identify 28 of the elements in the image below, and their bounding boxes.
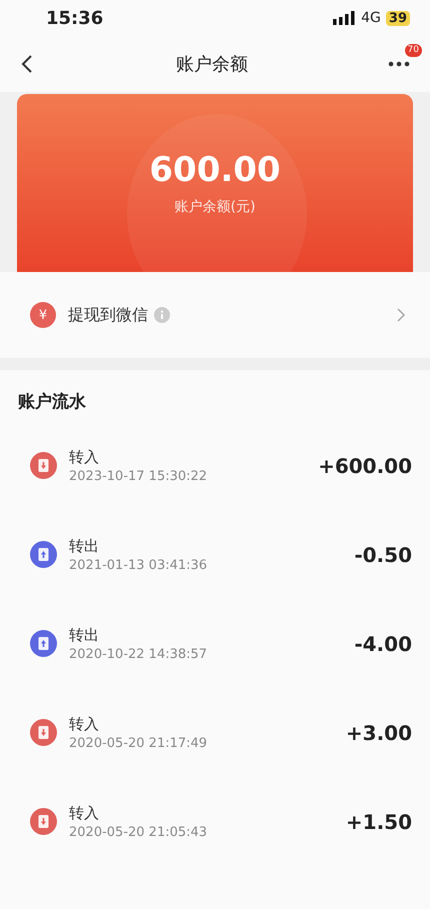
transaction-type: 转入 [69, 804, 100, 822]
transaction-type: 转出 [69, 536, 100, 556]
transaction-amount: +3.00 [346, 720, 412, 744]
transaction-amount: -0.50 [354, 542, 412, 566]
balance-label: 账户余额(元) [174, 198, 256, 216]
transaction-time: 2020-05-20 21:05:43 [69, 824, 208, 840]
withdraw-label: 提现到微信 [68, 304, 148, 326]
section-title: 账户流水 [17, 391, 87, 414]
chevron-right-icon [396, 307, 406, 323]
more-icon[interactable] [388, 61, 410, 67]
yen-icon: ¥ [30, 302, 56, 328]
balance-amount: 600.00 [149, 150, 281, 190]
signal-icon [333, 11, 356, 25]
transaction-amount: +1.50 [346, 810, 412, 834]
battery-level: 39 [386, 10, 410, 26]
status-time: 15:36 [46, 8, 104, 28]
network-label: 4G [361, 10, 381, 26]
transaction-type: 转入 [69, 448, 100, 466]
page-title: 账户余额 [175, 53, 249, 76]
transaction-amount: -4.00 [354, 632, 412, 656]
transaction-amount: +600.00 [318, 454, 412, 478]
transaction-type: 转出 [69, 626, 100, 644]
transaction-time: 2020-05-20 21:17:49 [69, 736, 208, 750]
transaction-time: 2021-01-13 03:41:36 [69, 558, 208, 572]
transaction-time: 2023-10-17 15:30:22 [69, 468, 208, 484]
transaction-type: 转入 [69, 714, 100, 734]
notification-badge: 70 [404, 44, 422, 57]
transaction-time: 2020-10-22 14:38:57 [69, 646, 208, 662]
